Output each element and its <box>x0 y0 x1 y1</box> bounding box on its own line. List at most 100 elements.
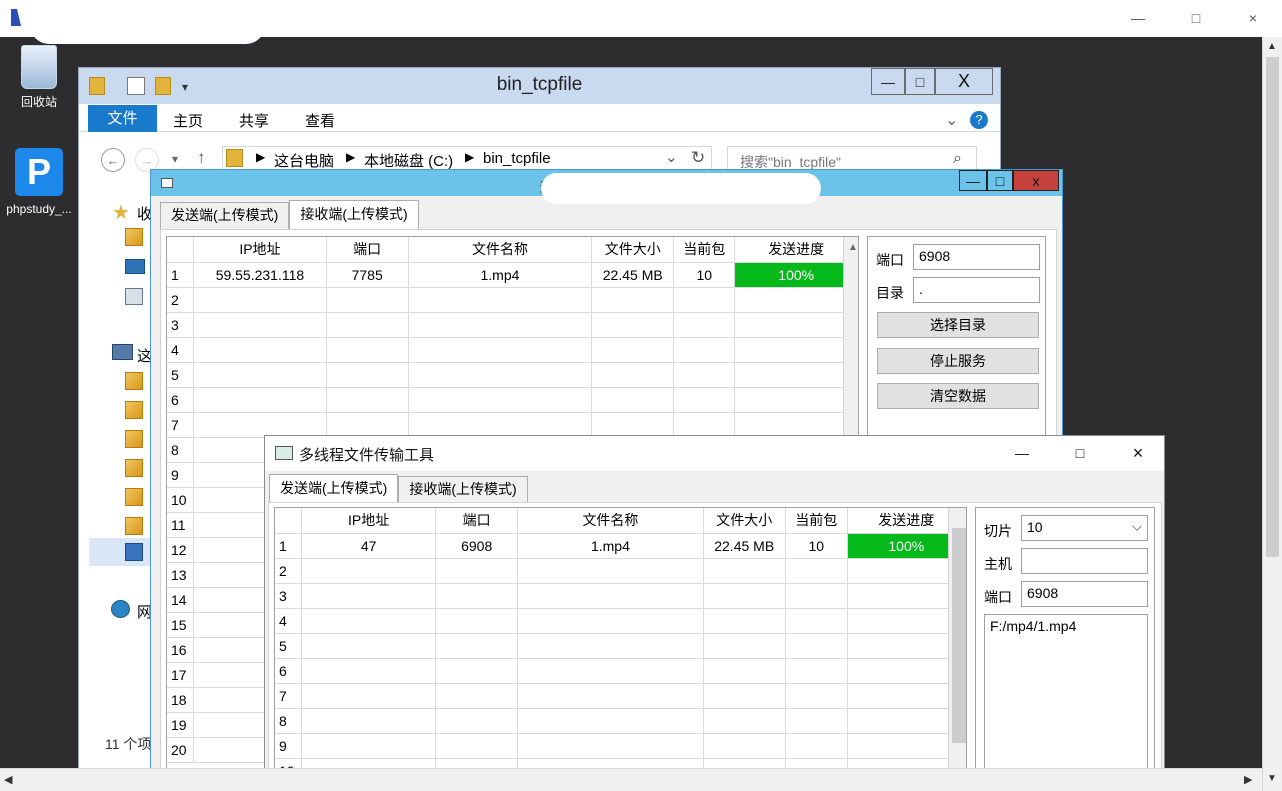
directory-input[interactable]: . <box>913 277 1040 303</box>
table-row[interactable]: 6 <box>275 658 966 684</box>
table-cell[interactable] <box>435 683 519 709</box>
tab-receiver[interactable]: 接收端(上传模式) <box>289 200 419 229</box>
table-cell[interactable] <box>517 608 704 634</box>
table-cell[interactable] <box>734 412 858 438</box>
ribbon-tab-share[interactable]: 共享 <box>239 110 269 131</box>
host-input[interactable] <box>1021 548 1148 574</box>
table-cell[interactable] <box>193 412 327 438</box>
scroll-left-icon[interactable]: ◀ <box>4 773 12 786</box>
scroll-thumb[interactable] <box>952 528 966 743</box>
table-cell[interactable] <box>301 583 437 609</box>
folder-icon[interactable] <box>125 488 143 506</box>
table-cell[interactable] <box>435 583 519 609</box>
table-cell[interactable] <box>193 337 327 363</box>
table-cell[interactable] <box>785 583 848 609</box>
properties-icon[interactable] <box>127 77 145 95</box>
desktop-icon-phpstudy[interactable]: P phpstudy_... <box>4 148 74 216</box>
column-header[interactable]: 当前包 <box>673 237 736 263</box>
table-cell[interactable] <box>591 312 675 338</box>
outer-maximize-button[interactable]: □ <box>1186 8 1206 28</box>
back-icon[interactable]: ← <box>101 148 125 172</box>
table-cell[interactable]: 6908 <box>435 533 519 559</box>
sender-close-button[interactable]: × <box>1125 443 1151 463</box>
explorer-maximize-button[interactable]: □ <box>905 68 935 95</box>
table-cell[interactable] <box>408 362 593 388</box>
table-cell[interactable] <box>301 658 437 684</box>
table-cell[interactable] <box>703 683 786 709</box>
table-cell[interactable] <box>193 362 327 388</box>
table-cell[interactable] <box>301 633 437 659</box>
column-header[interactable]: 当前包 <box>785 508 848 534</box>
stop-service-button[interactable]: 停止服务 <box>877 348 1039 374</box>
outer-close-button[interactable]: × <box>1243 8 1263 28</box>
dropdown-icon[interactable]: ▾ <box>182 80 188 94</box>
table-cell[interactable] <box>703 608 786 634</box>
recent-locations-icon[interactable]: ▾ <box>172 152 178 166</box>
tab-receiver[interactable]: 接收端(上传模式) <box>398 476 528 502</box>
path-current-folder[interactable]: bin_tcpfile <box>483 150 551 167</box>
table-cell[interactable] <box>301 708 437 734</box>
table-cell[interactable]: 10 <box>785 533 848 559</box>
this-pc-icon[interactable] <box>112 344 133 360</box>
table-cell[interactable]: 47 <box>301 533 437 559</box>
table-row[interactable]: 4 <box>167 337 858 363</box>
table-cell[interactable] <box>785 608 848 634</box>
search-icon[interactable]: ⌕ <box>953 150 962 168</box>
favorites-icon[interactable]: ★ <box>112 200 130 225</box>
table-cell[interactable] <box>435 633 519 659</box>
recent-places-icon[interactable] <box>125 288 143 305</box>
table-cell[interactable] <box>517 708 704 734</box>
table-cell[interactable] <box>326 287 409 313</box>
table-cell[interactable] <box>435 608 519 634</box>
folder-icon[interactable] <box>125 430 143 448</box>
sender-maximize-button[interactable]: □ <box>1067 443 1093 463</box>
table-row[interactable]: 6 <box>167 387 858 413</box>
table-cell[interactable] <box>435 658 519 684</box>
column-header[interactable]: 文件名称 <box>517 508 704 534</box>
table-row[interactable]: 1 47 6908 1.mp4 22.45 MB 10 100% <box>275 533 966 559</box>
tab-sender[interactable]: 发送端(上传模式) <box>269 474 399 503</box>
scroll-up-icon[interactable]: ▲ <box>848 242 858 253</box>
table-cell[interactable] <box>435 558 519 584</box>
explorer-close-button[interactable]: X <box>935 68 993 95</box>
table-row[interactable]: 5 <box>275 633 966 659</box>
table-row[interactable]: 7 <box>167 412 858 438</box>
path-this-pc[interactable]: 这台电脑 <box>274 150 334 171</box>
table-cell[interactable] <box>408 337 593 363</box>
table-cell[interactable] <box>517 658 704 684</box>
table-row[interactable]: 3 <box>167 312 858 338</box>
new-folder-icon[interactable] <box>155 77 171 95</box>
table-cell[interactable] <box>734 387 858 413</box>
network-icon[interactable] <box>111 600 130 618</box>
port-input[interactable]: 6908 <box>913 244 1040 270</box>
table-cell[interactable]: 100% <box>734 262 858 288</box>
table-cell[interactable] <box>301 558 437 584</box>
table-cell[interactable] <box>785 708 848 734</box>
scroll-right-icon[interactable]: ▶ <box>1244 773 1252 786</box>
table-cell[interactable] <box>703 633 786 659</box>
table-cell[interactable] <box>734 312 858 338</box>
scroll-up-icon[interactable]: ▲ <box>1267 41 1277 52</box>
column-header[interactable]: 文件大小 <box>591 237 675 263</box>
column-header[interactable]: IP地址 <box>301 508 437 534</box>
slice-select[interactable]: 10 <box>1021 515 1148 541</box>
folder-icon[interactable] <box>125 517 143 535</box>
table-cell[interactable] <box>326 362 409 388</box>
table-cell[interactable] <box>591 412 675 438</box>
table-cell[interactable] <box>785 633 848 659</box>
table-row[interactable]: 7 <box>275 683 966 709</box>
table-cell[interactable] <box>301 683 437 709</box>
table-cell[interactable] <box>193 387 327 413</box>
table-cell[interactable] <box>673 312 736 338</box>
address-dropdown-icon[interactable]: ⌄ <box>665 148 678 166</box>
ribbon-tab-file[interactable]: 文件 <box>88 105 157 132</box>
table-cell[interactable]: 22.45 MB <box>591 262 675 288</box>
table-cell[interactable]: 10 <box>673 262 736 288</box>
table-cell[interactable] <box>703 583 786 609</box>
table-cell[interactable] <box>591 362 675 388</box>
help-icon[interactable]: ? <box>970 111 988 129</box>
table-cell[interactable] <box>301 608 437 634</box>
table-row[interactable]: 1 59.55.231.118 7785 1.mp4 22.45 MB 10 100% <box>167 262 858 288</box>
port-input[interactable]: 6908 <box>1021 581 1148 607</box>
table-cell[interactable] <box>673 337 736 363</box>
